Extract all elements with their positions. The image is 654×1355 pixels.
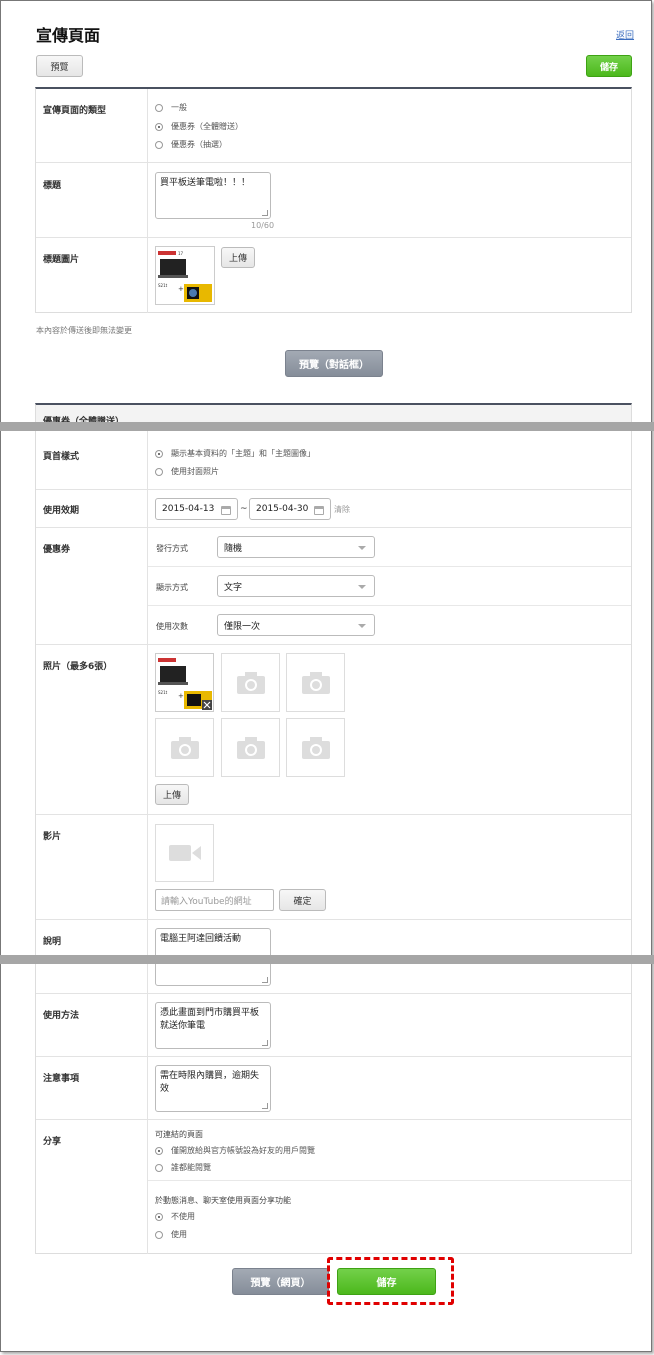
- share-option-friends-only[interactable]: 僅開放給與官方帳號設為好友的用戶閱覽: [155, 1145, 315, 1156]
- usage-method-label: 使用方法: [43, 1011, 80, 1021]
- usage-method-row: 使用方法 憑此畫面到門市購買平板就送你筆電: [36, 994, 631, 1057]
- issue-method-select[interactable]: 隨機: [217, 536, 375, 558]
- photo-slot-5[interactable]: [221, 718, 280, 777]
- calendar-icon: [314, 506, 324, 515]
- header-style-label: 頁首樣式: [43, 452, 80, 462]
- preview-button[interactable]: 預覽: [36, 55, 83, 77]
- photo-slot-6[interactable]: [286, 718, 345, 777]
- end-date-input[interactable]: 2015-04-30: [249, 498, 331, 520]
- unchangeable-note: 本內容於傳送後即無法變更: [36, 326, 132, 335]
- share-feed-option-on[interactable]: 使用: [155, 1229, 187, 1240]
- preview-web-button[interactable]: 預覽（網頁）: [232, 1268, 329, 1295]
- share-row: 分享 可連結的頁面 僅開放給與官方帳號設為好友的用戶閱覽 誰都能閱覽 於動態消息…: [36, 1120, 631, 1254]
- type-label: 宣傳頁面的類型: [43, 106, 107, 116]
- photo-slot-2[interactable]: [221, 653, 280, 712]
- validity-label: 使用效期: [43, 506, 80, 516]
- title-image-thumbnail: 17 S21t +: [155, 246, 215, 305]
- photos-upload-button[interactable]: 上傳: [155, 784, 189, 805]
- photo-slot-4[interactable]: [155, 718, 214, 777]
- share-feed-label: 於動態消息、聊天室使用頁面分享功能: [155, 1196, 291, 1205]
- title-counter: 10/60: [251, 221, 275, 230]
- youtube-url-input[interactable]: 請輸入YouTube的網址: [155, 889, 274, 911]
- save-highlight-box: [327, 1257, 454, 1305]
- video-row: 影片 請輸入YouTube的網址 確定: [36, 815, 631, 920]
- caution-row: 注意事項 需在時限內購買，逾期失效: [36, 1057, 631, 1120]
- caution-label: 注意事項: [43, 1074, 80, 1084]
- validity-row: 使用效期 2015-04-13 ~ 2015-04-30 清除: [36, 490, 631, 528]
- photo-thumbnail-1: S21t +: [155, 653, 214, 712]
- usage-method-textarea[interactable]: 憑此畫面到門市購買平板就送你筆電: [155, 1002, 271, 1049]
- title-image-label: 標題圖片: [43, 255, 80, 265]
- video-camera-icon: [168, 845, 201, 861]
- type-option-coupon-lottery[interactable]: 優惠券（抽選）: [155, 139, 227, 150]
- video-confirm-button[interactable]: 確定: [279, 889, 326, 911]
- title-image-upload-button[interactable]: 上傳: [221, 247, 255, 268]
- chevron-down-icon: [358, 546, 366, 550]
- title-textarea[interactable]: 買平板送筆電啦！！！: [155, 172, 271, 219]
- chevron-down-icon: [358, 585, 366, 589]
- type-option-general[interactable]: 一般: [155, 102, 187, 113]
- issue-method-label: 發行方式: [156, 544, 188, 553]
- display-method-select[interactable]: 文字: [217, 575, 375, 597]
- type-row: 宣傳頁面的類型 一般 優惠券（全體贈送） 優惠券（抽選）: [36, 89, 631, 163]
- start-date-input[interactable]: 2015-04-13: [155, 498, 238, 520]
- camera-icon: [236, 736, 265, 759]
- title-label: 標題: [43, 181, 62, 191]
- date-separator: ~: [240, 504, 248, 514]
- photos-row: 照片（最多6張） S21t + 上傳: [36, 645, 631, 815]
- chevron-down-icon: [358, 624, 366, 628]
- basic-settings-panel: 宣傳頁面的類型 一般 優惠券（全體贈送） 優惠券（抽選） 標題 買平板送筆電啦！…: [35, 87, 632, 313]
- share-option-everyone[interactable]: 誰都能閱覽: [155, 1162, 211, 1173]
- style-option-basic[interactable]: 顯示基本資料的「主題」和「主題圖像」: [155, 448, 315, 459]
- photos-label: 照片（最多6張）: [43, 662, 113, 672]
- display-method-label: 顯示方式: [156, 583, 188, 592]
- video-label: 影片: [43, 832, 62, 842]
- title-image-row: 標題圖片 17 S21t + 上傳: [36, 238, 631, 313]
- coupon-label: 優惠券: [43, 545, 71, 555]
- photo-slot-3[interactable]: [286, 653, 345, 712]
- page-title: 宣傳頁面: [36, 26, 101, 45]
- screenshot-cut-divider: [0, 955, 654, 964]
- back-link[interactable]: 返回: [616, 28, 634, 41]
- title-row: 標題 買平板送筆電啦！！！ 10/60: [36, 163, 631, 238]
- share-linkable-label: 可連結的頁面: [155, 1130, 203, 1139]
- camera-icon: [236, 671, 265, 694]
- camera-icon: [170, 736, 199, 759]
- svg-text:17: 17: [178, 251, 184, 256]
- camera-icon: [301, 671, 330, 694]
- save-button-top[interactable]: 儲存: [586, 55, 632, 77]
- coupon-row: 優惠券 發行方式 隨機 顯示方式 文字 使用次數 僅限一次: [36, 528, 631, 645]
- header-style-row: 頁首樣式 顯示基本資料的「主題」和「主題圖像」 使用封面照片: [36, 431, 631, 490]
- type-option-coupon-all[interactable]: 優惠券（全體贈送）: [155, 121, 243, 132]
- caution-textarea[interactable]: 需在時限內購買，逾期失效: [155, 1065, 271, 1112]
- screenshot-cut-divider: [0, 422, 654, 431]
- video-slot[interactable]: [155, 824, 214, 882]
- calendar-icon: [221, 506, 231, 515]
- share-feed-option-off[interactable]: 不使用: [155, 1211, 195, 1222]
- usage-count-select[interactable]: 僅限一次: [217, 614, 375, 636]
- camera-icon: [301, 736, 330, 759]
- share-label: 分享: [43, 1137, 62, 1147]
- svg-text:S21t: S21t: [158, 283, 168, 288]
- clear-dates-link[interactable]: 清除: [334, 504, 350, 515]
- preview-chat-button[interactable]: 預覽（對話框）: [285, 350, 383, 377]
- svg-text:+: +: [178, 692, 184, 700]
- svg-text:+: +: [178, 285, 184, 293]
- svg-text:S21t: S21t: [158, 690, 168, 695]
- usage-count-label: 使用次數: [156, 622, 188, 631]
- description-label: 說明: [43, 937, 62, 947]
- coupon-detail-panel: 頁首樣式 顯示基本資料的「主題」和「主題圖像」 使用封面照片 使用效期 2015…: [35, 431, 632, 1254]
- style-option-cover[interactable]: 使用封面照片: [155, 466, 219, 477]
